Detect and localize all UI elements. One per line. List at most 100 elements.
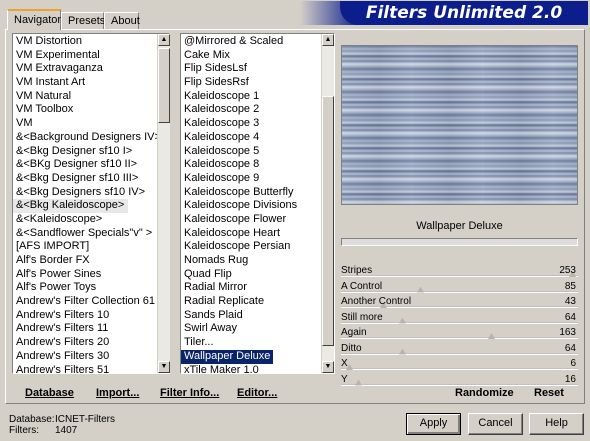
filter-list-item[interactable]: @Mirrored & Scaled [181,35,334,49]
slider-thumb[interactable] [488,333,495,339]
filter-list-item[interactable]: Flip SidesLsf [181,62,334,76]
filter-list-item[interactable]: Kaleidoscope Heart [181,227,334,241]
category-list-item[interactable]: &<Sandflower Specials"v" > [13,227,169,241]
filter-list-item[interactable]: Kaleidoscope 8 [181,158,334,172]
tab-presets[interactable]: Presets [61,12,105,29]
filter-scrollbar[interactable]: ▲ ▼ [321,34,334,373]
category-list-item[interactable]: VM Distortion [13,35,169,49]
slider-label: Again [341,327,367,338]
category-list-item[interactable]: VM Extravaganza [13,62,169,76]
slider-track[interactable] [341,337,578,339]
filter-list-item[interactable]: Kaleidoscope 4 [181,131,334,145]
category-list-item[interactable]: Alf's Border FX [13,254,169,268]
scroll-up-icon[interactable]: ▲ [158,34,170,46]
filter-list-item[interactable]: Kaleidoscope Divisions [181,199,334,213]
slider-label: Stripes [341,265,373,276]
slider-track[interactable] [341,383,578,386]
filter-list-item[interactable]: Kaleidoscope 2 [181,103,334,117]
category-list-item[interactable]: VM Instant Art [13,76,169,90]
scroll-down-icon[interactable]: ▼ [158,361,170,373]
category-list-item[interactable]: Alf's Power Sines [13,268,169,282]
import-button[interactable]: Import... [96,387,139,399]
slider-stripes[interactable]: Stripes 253 [341,264,578,278]
category-list-item[interactable]: VM Toolbox [13,103,169,117]
filter-list-item[interactable]: Wallpaper Deluxe [181,349,274,364]
randomize-button[interactable]: Randomize [455,387,514,399]
category-list[interactable]: VM Distortion VM Experimental VM Extravaga… [12,33,170,374]
category-scrollbar[interactable]: ▲ ▼ [157,34,170,373]
category-list-item[interactable]: &<Kaleidoscope> [13,213,169,227]
scroll-down-icon[interactable]: ▼ [322,361,334,373]
slider-track[interactable] [341,368,578,370]
category-list-item[interactable]: [AFS IMPORT] [13,240,169,254]
reset-button[interactable]: Reset [534,387,564,399]
category-list-item[interactable]: &<Bkg Designers sf10 IV> [13,186,169,200]
category-list-item[interactable]: &<Bkg Designer sf10 I> [13,145,169,159]
slider-thumb[interactable] [399,317,406,324]
slider-value: 85 [564,280,576,292]
filter-list-item[interactable]: Quad Flip [181,268,334,282]
filter-list-item[interactable]: Nomads Rug [181,254,334,268]
slider-another-control[interactable]: Another Control 43 [341,295,578,309]
category-list-item[interactable]: &<Background Designers IV> [13,131,169,145]
slider-thumb[interactable] [355,379,362,386]
filter-list-item[interactable]: Tiler... [181,336,334,350]
category-list-item[interactable]: Andrew's Filters 30 [13,350,169,364]
filter-list-item[interactable]: Kaleidoscope Flower [181,213,334,227]
filter-list-item[interactable]: Radial Replicate [181,295,334,309]
filter-list-item[interactable]: Kaleidoscope 5 [181,145,334,159]
slider-label: A Control [341,280,383,292]
slider-track[interactable] [341,352,578,355]
filter-list-item[interactable]: Cake Mix [181,49,334,63]
slider-x[interactable]: X6 [341,357,578,371]
database-status: Database: ICNET-Filters [9,414,115,425]
category-list-item[interactable]: Andrew's Filters 11 [13,322,169,336]
filter-list-item[interactable]: Sands Plaid [181,309,334,323]
slider-value: 253 [559,265,576,276]
filter-list-item[interactable]: Kaleidoscope 9 [181,172,334,186]
filter-info-button[interactable]: Filter Info... [160,387,219,399]
slider-still-more[interactable]: Still more 64 [341,311,578,325]
filter-list-item[interactable]: Kaleidoscope 3 [181,117,334,131]
category-list-item[interactable]: VM Experimental [13,49,169,63]
filter-list-item[interactable]: Kaleidoscope Persian [181,240,334,254]
preview-divider [341,238,578,246]
category-scroll-thumb[interactable] [158,48,170,123]
database-button[interactable]: Database [25,387,74,399]
category-list-item[interactable]: VM [13,117,169,131]
filter-list-item[interactable]: Kaleidoscope 1 [181,90,334,104]
cancel-button[interactable]: Cancel [468,413,523,435]
category-list-item[interactable]: Andrew's Filters 10 [13,309,169,323]
editor-button[interactable]: Editor... [237,387,277,399]
filter-list-item[interactable]: Flip SidesRsf [181,76,334,90]
category-list-item[interactable]: Alf's Power Toys [13,281,169,295]
apply-button[interactable]: Apply [406,413,461,435]
filter-scroll-thumb[interactable] [322,96,334,346]
slider-thumb[interactable] [399,348,406,355]
slider-a-control[interactable]: A Control 85 [341,280,578,294]
slider-track[interactable] [341,275,578,277]
category-list-item[interactable]: Andrew's Filter Collection 61 [13,295,169,309]
tab-navigator[interactable]: Navigator [7,9,61,30]
help-button[interactable]: Help [529,413,584,435]
filter-list-item[interactable]: xTile Maker 1.0 [181,364,334,374]
slider-thumb[interactable] [417,286,424,293]
category-list-item[interactable]: VM Natural [13,90,169,104]
filter-list[interactable]: @Mirrored & Scaled Cake Mix Flip SidesLsf F… [180,33,335,374]
scroll-up-icon[interactable]: ▲ [322,34,334,46]
category-list-item[interactable]: &<BKg Designer sf10 II> [13,158,169,172]
filter-list-item[interactable]: Radial Mirror [181,281,334,295]
slider-ditto[interactable]: Ditto 64 [341,342,578,356]
filter-list-item[interactable]: Swirl Away [181,322,334,336]
slider-y[interactable]: Y 16 [341,373,578,387]
category-list-item[interactable]: Andrew's Filters 20 [13,336,169,350]
slider-again[interactable]: Again 163 [341,326,578,340]
app-title-banner: Filters Unlimited 2.0 [300,1,588,25]
category-list-item[interactable]: &<Bkg Kaleidoscope> [13,199,129,213]
category-list-item[interactable]: &<Bkg Designer sf10 III> [13,172,169,186]
slider-value: 64 [564,311,576,323]
filter-list-item[interactable]: Kaleidoscope Butterfly [181,186,334,200]
tab-about[interactable]: About [104,12,140,29]
filters-count-status: Filters: 1407 [9,425,78,436]
category-list-item[interactable]: Andrew's Filters 51 [13,364,169,374]
